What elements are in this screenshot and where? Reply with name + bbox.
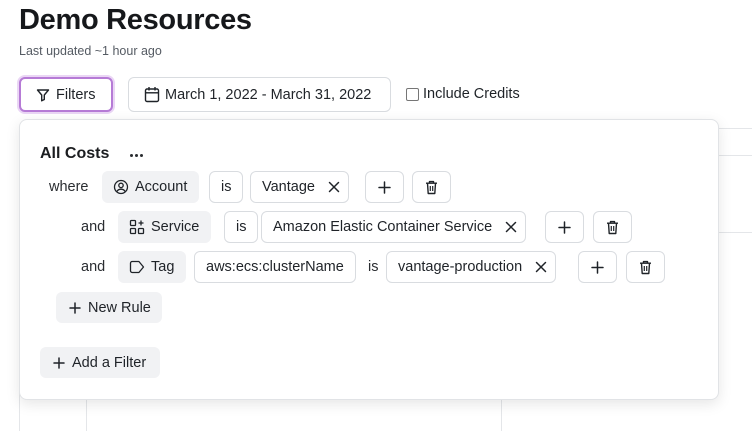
rule-operator-select[interactable]: is (209, 171, 244, 203)
remove-value-icon[interactable] (505, 221, 517, 233)
tag-icon (129, 260, 151, 274)
filters-button[interactable]: Filters (19, 77, 113, 112)
date-range-picker[interactable]: March 1, 2022 - March 31, 2022 (128, 77, 391, 112)
rule-operator-label: is (236, 219, 247, 235)
filters-button-label: Filters (56, 86, 96, 103)
new-rule-label: New Rule (88, 299, 151, 316)
tag-key-select[interactable]: aws:ecs:clusterName (194, 251, 356, 283)
rule-field-select[interactable]: Service (118, 211, 212, 243)
rule-field-label: Tag (151, 259, 175, 275)
rule-field-select[interactable]: Tag (118, 251, 187, 283)
date-range-label: March 1, 2022 - March 31, 2022 (165, 86, 372, 103)
table-row-divider (719, 155, 752, 156)
user-circle-icon (113, 179, 135, 195)
trash-icon (606, 220, 619, 235)
table-row-divider (719, 232, 752, 233)
rule-operator-label[interactable]: is (368, 259, 378, 275)
include-credits-label: Include Credits (423, 86, 520, 102)
rule-value-label: Amazon Elastic Container Service (273, 219, 493, 235)
page-title: Demo Resources (19, 4, 252, 36)
more-options-icon[interactable] (130, 148, 144, 162)
rule-field-select[interactable]: Account (102, 171, 200, 203)
plus-icon (53, 356, 72, 369)
filter-icon (36, 88, 56, 102)
plus-icon (69, 301, 88, 314)
add-value-button[interactable] (365, 171, 404, 203)
delete-rule-button[interactable] (626, 251, 665, 283)
add-filter-label: Add a Filter (72, 354, 147, 371)
delete-rule-button[interactable] (593, 211, 632, 243)
include-credits-checkbox[interactable] (406, 87, 419, 101)
delete-rule-button[interactable] (412, 171, 451, 203)
rule-value-label: vantage-production (398, 259, 523, 275)
plus-icon (591, 260, 604, 274)
last-updated-text: Last updated ~1 hour ago (19, 44, 162, 58)
add-value-button[interactable] (545, 211, 584, 243)
remove-value-icon[interactable] (328, 181, 340, 193)
rule-operator-label: is (221, 179, 232, 195)
rule-conjunction: and (81, 219, 106, 235)
rule-field-label: Account (135, 179, 188, 195)
add-filter-button[interactable]: Add a Filter (40, 347, 160, 378)
rule-operator-select[interactable]: is (224, 211, 259, 243)
rule-value-chip[interactable]: vantage-production (386, 251, 557, 283)
grid-plus-icon (129, 219, 151, 235)
rule-conjunction: where (49, 179, 89, 195)
tag-key-label: aws:ecs:clusterName (206, 259, 344, 275)
calendar-icon (144, 86, 165, 103)
plus-icon (558, 220, 571, 234)
trash-icon (425, 180, 438, 195)
rule-value-chip[interactable]: Vantage (250, 171, 349, 203)
filter-popover: All Costs where Account is Vantage and S… (19, 119, 719, 400)
plus-icon (378, 180, 391, 194)
add-value-button[interactable] (578, 251, 617, 283)
trash-icon (639, 260, 652, 275)
rule-field-label: Service (151, 219, 200, 235)
filter-group-title: All Costs (40, 145, 110, 162)
rule-value-label: Vantage (262, 179, 315, 195)
remove-value-icon[interactable] (535, 261, 547, 273)
include-credits-toggle[interactable]: Include Credits (406, 86, 520, 102)
rule-conjunction: and (81, 259, 106, 275)
rule-value-chip[interactable]: Amazon Elastic Container Service (261, 211, 527, 243)
new-rule-button[interactable]: New Rule (56, 292, 162, 323)
